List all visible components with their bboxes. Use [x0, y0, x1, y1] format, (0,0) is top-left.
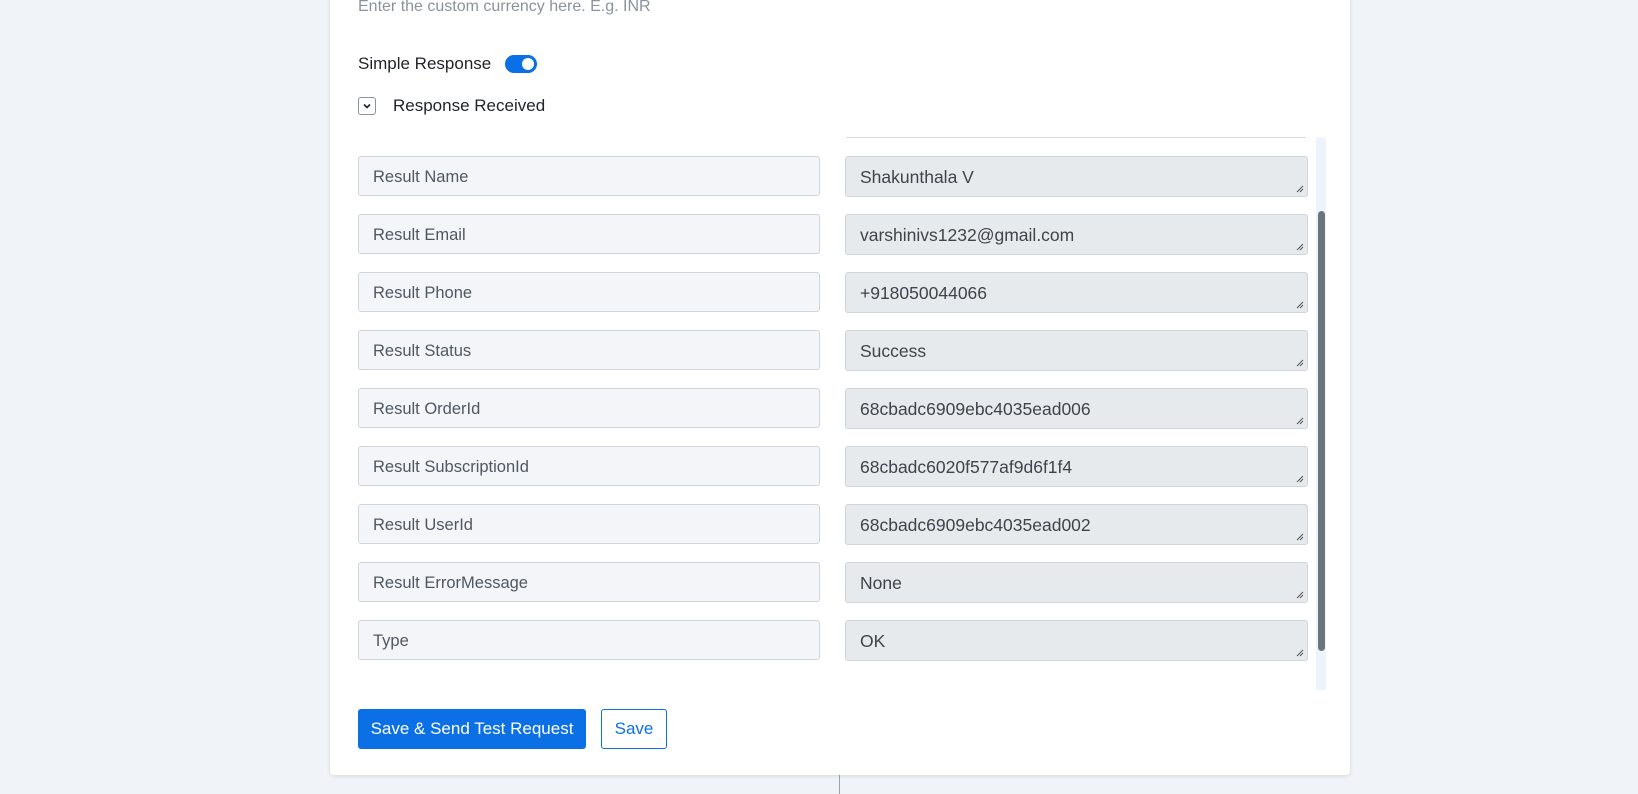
resize-handle-icon[interactable] [1296, 591, 1304, 599]
field-key[interactable]: Result UserId [358, 504, 820, 544]
resize-handle-icon[interactable] [1296, 533, 1304, 541]
resize-handle-icon[interactable] [1296, 301, 1304, 309]
response-row: Result UserId 68cbadc6909ebc4035ead002 [358, 504, 1308, 546]
field-value[interactable]: 68cbadc6020f577af9d6f1f4 [845, 446, 1308, 487]
field-value-text: Success [860, 341, 927, 361]
response-row: Result Email varshinivs1232@gmail.com [358, 214, 1308, 256]
resize-handle-icon[interactable] [1296, 243, 1304, 251]
field-key[interactable]: Result Phone [358, 272, 820, 312]
field-key[interactable]: Result SubscriptionId [358, 446, 820, 486]
simple-response-label: Simple Response [358, 54, 492, 73]
simple-response-row: Simple Response [358, 54, 538, 74]
field-value-text: None [860, 573, 902, 593]
field-key[interactable]: Type [358, 620, 820, 660]
response-row: Result Name Shakunthala V [358, 156, 1308, 198]
field-key[interactable]: Result ErrorMessage [358, 562, 820, 602]
field-value-text: 68cbadc6909ebc4035ead002 [860, 515, 1091, 535]
collapse-toggle[interactable] [358, 97, 376, 115]
currency-hint: Enter the custom currency here. E.g. INR [358, 0, 651, 15]
response-row: Result OrderId 68cbadc6909ebc4035ead006 [358, 388, 1308, 430]
field-key[interactable]: Result Name [358, 156, 820, 196]
resize-handle-icon[interactable] [1296, 649, 1304, 657]
scrollbar-thumb[interactable] [1318, 211, 1325, 651]
field-value[interactable]: 68cbadc6909ebc4035ead002 [845, 504, 1308, 545]
field-value[interactable]: Shakunthala V [845, 156, 1308, 197]
toggle-knob [522, 58, 535, 70]
field-value-text: +918050044066 [860, 283, 988, 303]
field-value[interactable]: Success [845, 330, 1308, 371]
field-value-text: varshinivs1232@gmail.com [860, 225, 1075, 245]
resize-handle-icon[interactable] [1296, 359, 1304, 367]
divider-line [839, 775, 840, 794]
field-key[interactable]: Result Email [358, 214, 820, 254]
response-row: Result ErrorMessage None [358, 562, 1308, 604]
field-value[interactable]: varshinivs1232@gmail.com [845, 214, 1308, 255]
save-button[interactable]: Save [601, 709, 667, 749]
save-send-test-button[interactable]: Save & Send Test Request [358, 709, 586, 749]
simple-response-toggle[interactable] [505, 55, 538, 73]
field-value[interactable]: +918050044066 [845, 272, 1308, 313]
response-row: Type OK [358, 620, 1308, 662]
settings-card: Enter the custom currency here. E.g. INR… [330, 0, 1350, 775]
field-value[interactable]: OK [845, 620, 1308, 661]
field-value-text: OK [860, 631, 886, 651]
resize-handle-icon[interactable] [1296, 475, 1304, 483]
response-row: Result SubscriptionId 68cbadc6020f577af9… [358, 446, 1308, 488]
field-value-text: Shakunthala V [860, 167, 974, 187]
field-key[interactable]: Result OrderId [358, 388, 820, 428]
response-row: Result Phone +918050044066 [358, 272, 1308, 314]
section-rule [846, 137, 1306, 138]
field-value[interactable]: 68cbadc6909ebc4035ead006 [845, 388, 1308, 429]
chevron-down-icon [363, 103, 371, 109]
response-row: Result Status Success [358, 330, 1308, 372]
field-value[interactable]: None [845, 562, 1308, 603]
field-value-text: 68cbadc6909ebc4035ead006 [860, 399, 1091, 419]
response-received-label: Response Received [393, 96, 546, 115]
resize-handle-icon[interactable] [1296, 417, 1304, 425]
field-value-text: 68cbadc6020f577af9d6f1f4 [860, 457, 1073, 477]
resize-handle-icon[interactable] [1296, 185, 1304, 193]
field-key[interactable]: Result Status [358, 330, 820, 370]
response-received-row: Response Received [358, 96, 545, 116]
